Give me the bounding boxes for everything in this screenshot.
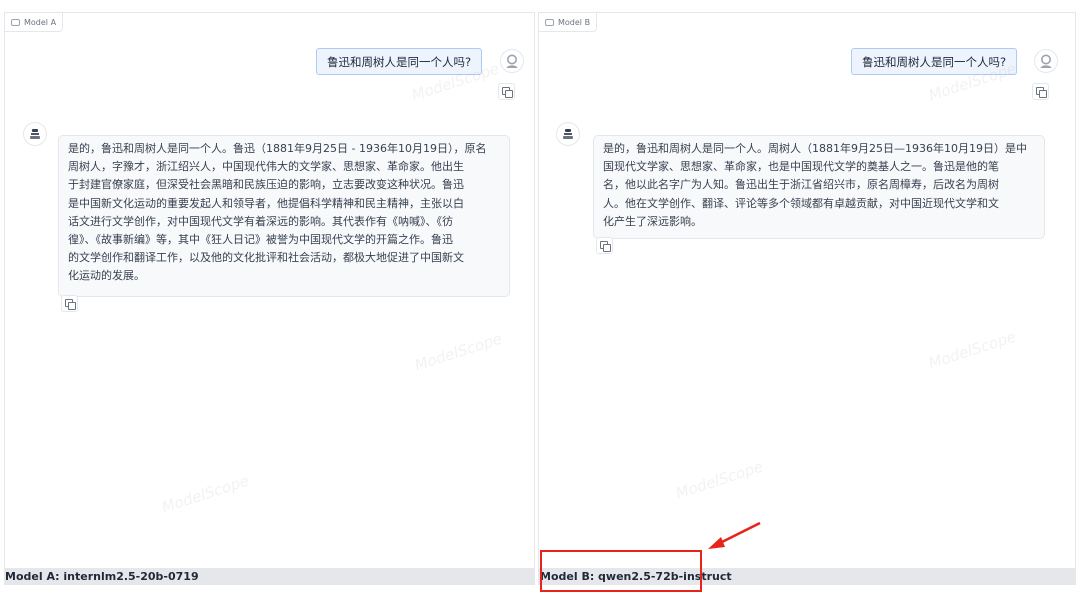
bot-response-line: 人。他在文学创作、翻译、评论等多个领域都有卓越贡献，对中国近现代文学和文 — [603, 196, 999, 210]
bot-response-line: 是中国新文化运动的重要发起人和领导者，他提倡科学精神和民主精神，主张以白 — [68, 196, 464, 210]
bot-avatar-glyph — [563, 129, 573, 139]
bot-response-line: 于封建官僚家庭，但深受社会黑暗和民族压迫的影响，立志要改变这种状况。鲁迅 — [68, 178, 464, 192]
bot-response-line: 是的，鲁迅和周树人是同一个人。鲁迅（1881年9月25日 - 1936年10月1… — [68, 142, 487, 155]
bot-response-line: 的文学创作和翻译工作，以及他的文化批评和社会活动，都极大地促进了中国新文 — [68, 251, 464, 265]
bot-response-line: 名，他以此名字广为人知。鲁迅出生于浙江省绍兴市，原名周樟寿，后改名为周树 — [603, 178, 999, 192]
watermark: ModelScope — [673, 457, 766, 503]
copy-bot-response-button[interactable] — [61, 295, 78, 312]
user-message-bubble: 鲁迅和周树人是同一个人吗? — [316, 48, 483, 75]
user-message-bubble: 鲁迅和周树人是同一个人吗? — [851, 48, 1018, 75]
user-message-text: 鲁迅和周树人是同一个人吗? — [862, 54, 1007, 69]
panel-label-text: Model A — [24, 17, 57, 27]
chat-icon — [545, 18, 554, 26]
bot-response-line: 话文进行文学创作，对中国现代文学有着深远的影响。其代表作有《呐喊》、《彷 — [68, 214, 453, 228]
model-a-name: Model A: internlm2.5-20b-0719 — [5, 570, 199, 583]
user-avatar-icon — [1034, 49, 1058, 73]
user-message-text: 鲁迅和周树人是同一个人吗? — [327, 54, 472, 69]
panel-label-model-a: Model A — [5, 13, 64, 32]
copy-bot-response-button[interactable] — [596, 237, 613, 254]
copy-icon — [1036, 87, 1047, 98]
user-avatar-glyph — [506, 54, 518, 68]
copy-icon — [502, 87, 513, 98]
watermark: ModelScope — [159, 471, 252, 517]
user-avatar-glyph — [1040, 54, 1052, 68]
annotation-highlight-box — [540, 550, 702, 592]
copy-user-message-button[interactable] — [1032, 83, 1049, 100]
panel-label-model-b: Model B — [539, 13, 598, 32]
bot-response-line: 徨》、《故事新编》等，其中《狂人日记》被誉为中国现代文学的开篇之作。鲁迅 — [68, 233, 453, 247]
user-avatar-icon — [500, 49, 524, 73]
bot-response-line: 化运动的发展。 — [68, 269, 145, 283]
bot-response-line: 周树人，字豫才，浙江绍兴人，中国现代伟大的文学家、思想家、革命家。他出生 — [68, 160, 464, 174]
panel-label-text: Model B — [558, 17, 591, 27]
copy-icon — [65, 299, 76, 310]
chat-panel-model-b: Model B 鲁迅和周树人是同一个人吗? 是的，鲁迅和周树人是同一个人。周树人… — [538, 12, 1076, 568]
watermark: ModelScope — [926, 327, 1019, 373]
copy-icon — [600, 241, 611, 252]
model-a-name-bar: Model A: internlm2.5-20b-0719 — [4, 568, 535, 585]
watermark: ModelScope — [412, 329, 505, 375]
red-arrow-icon — [708, 521, 761, 549]
bot-response-bubble: 是的，鲁迅和周树人是同一个人。周树人（1881年9月25日—1936年10月19… — [593, 135, 1045, 239]
copy-user-message-button[interactable] — [498, 83, 515, 100]
bot-response-line: 是的，鲁迅和周树人是同一个人。周树人（1881年9月25日—1936年10月19… — [603, 142, 1027, 155]
arena-comparison: Model A 鲁迅和周树人是同一个人吗? 是的，鲁迅和周树人是同一个人。鲁迅（… — [0, 0, 1080, 596]
bot-response-line: 国现代文学家、思想家、革命家，也是中国现代文学的奠基人之一。鲁迅是他的笔 — [603, 160, 999, 174]
bot-avatar-icon — [23, 122, 47, 146]
bot-avatar-glyph — [30, 129, 40, 139]
bot-response-bubble: 是的，鲁迅和周树人是同一个人。鲁迅（1881年9月25日 - 1936年10月1… — [58, 135, 510, 297]
bot-avatar-icon — [556, 122, 580, 146]
chat-icon — [11, 18, 20, 26]
chat-panel-model-a: Model A 鲁迅和周树人是同一个人吗? 是的，鲁迅和周树人是同一个人。鲁迅（… — [4, 12, 535, 568]
bot-response-line: 化产生了深远影响。 — [603, 214, 702, 228]
